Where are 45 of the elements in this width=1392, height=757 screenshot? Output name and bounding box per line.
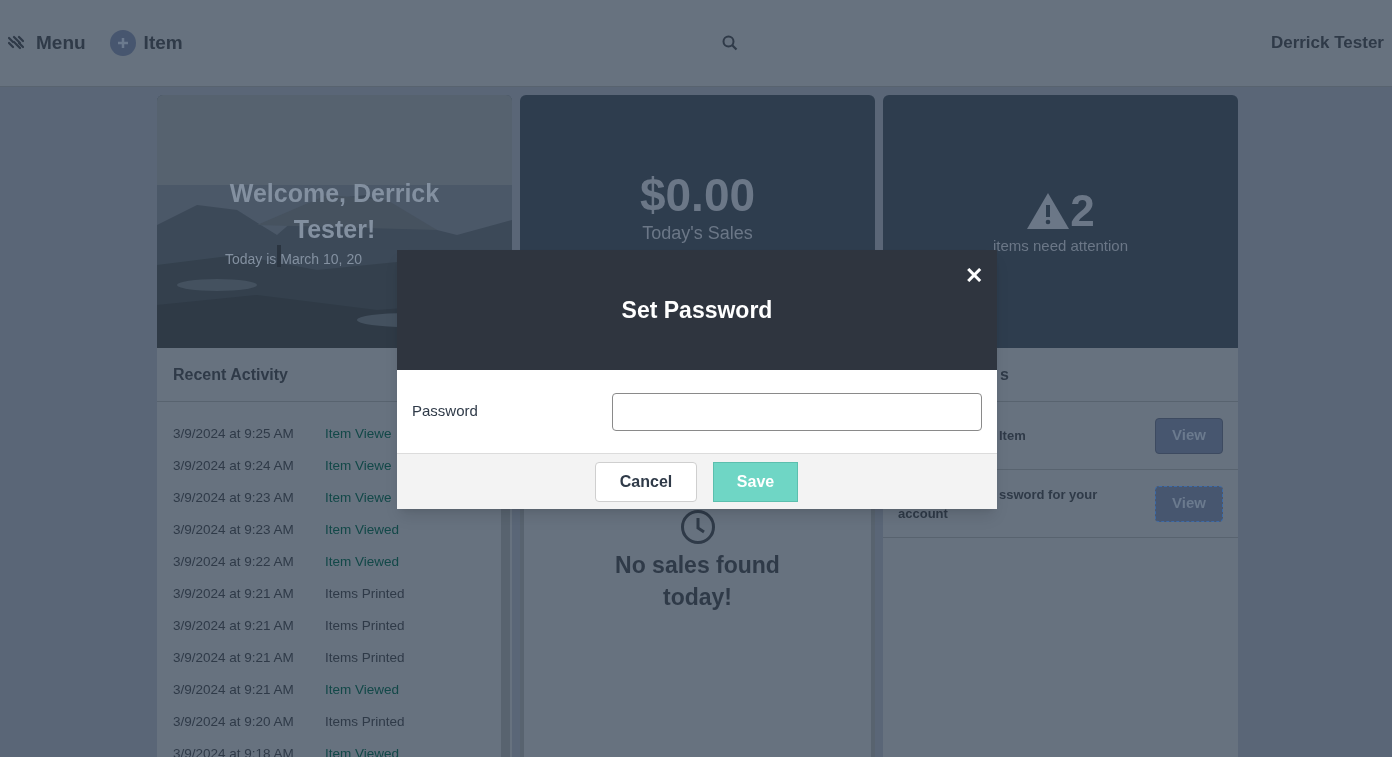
sales-label: Today's Sales (642, 223, 753, 243)
empty-message: No sales found today! (614, 551, 781, 612)
activity-time: 3/9/2024 at 9:23 AM (173, 521, 295, 539)
activity-time: 3/9/2024 at 9:24 AM (173, 457, 295, 475)
activity-event: Items Printed (325, 617, 405, 635)
save-button[interactable]: Save (713, 461, 798, 502)
password-field[interactable] (612, 392, 982, 431)
menu-icon (8, 35, 24, 51)
search-icon[interactable] (721, 35, 738, 51)
cancel-button[interactable]: Cancel (595, 461, 697, 502)
activity-time: 3/9/2024 at 9:21 AM (173, 681, 295, 699)
date-text: Today is March 10, 20 (225, 251, 362, 267)
sales-amount: $0.00 (639, 168, 756, 223)
activity-time: 3/9/2024 at 9:22 AM (173, 553, 295, 571)
activity-time: 3/9/2024 at 9:20 AM (173, 713, 295, 731)
activity-time: 3/9/2024 at 9:23 AM (173, 489, 295, 507)
task-text: ssword for your (998, 485, 1099, 504)
activity-event: Items Printed (325, 649, 405, 667)
panel-title: Recent Activity (173, 364, 288, 385)
plus-circle-icon (109, 30, 136, 56)
attention-count: 2 (1070, 187, 1095, 235)
activity-event: Item Viewe (325, 489, 392, 507)
close-button[interactable]: ✕ (965, 262, 983, 290)
welcome-title: Welcome, Derrick Tester! (228, 178, 441, 245)
activity-time: 3/9/2024 at 9:21 AM (173, 585, 295, 603)
clock-icon (679, 509, 716, 545)
task-text: Item (998, 427, 1027, 445)
activity-event: Item Viewe (325, 425, 392, 443)
activity-event: Items Printed (325, 713, 405, 731)
menu-button[interactable]: Menu (8, 28, 86, 58)
user-name[interactable]: Derrick Tester (1270, 30, 1384, 56)
warning-icon (1026, 191, 1071, 231)
activity-event: Item Viewed (325, 521, 400, 539)
activity-event: Item Viewed (325, 681, 400, 699)
activity-event: Items Printed (325, 585, 405, 603)
activity-event: Item Viewe (325, 457, 392, 475)
attention-label: items need attention (992, 236, 1129, 256)
field-label: Password (412, 401, 479, 422)
panel-title: s (1000, 364, 1009, 385)
dialog-title: Set Password (621, 295, 773, 325)
add-item-button[interactable]: Item (109, 28, 183, 58)
activity-time: 3/9/2024 at 9:21 AM (173, 649, 295, 667)
activity-event: Item Viewed (325, 553, 400, 571)
activity-time: 3/9/2024 at 9:25 AM (173, 425, 295, 443)
activity-time: 3/9/2024 at 9:21 AM (173, 617, 295, 635)
